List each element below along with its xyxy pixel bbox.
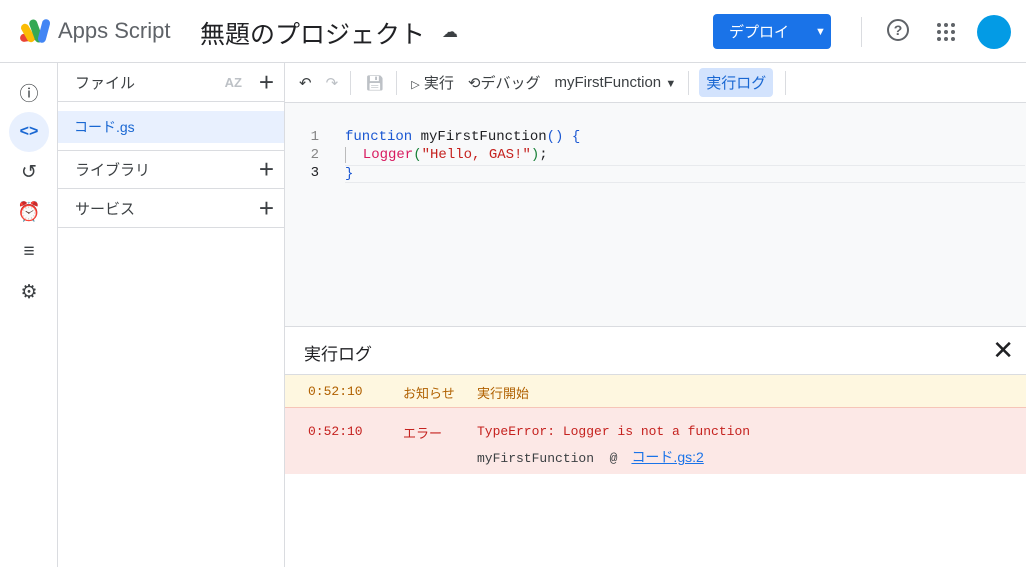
- execution-log-panel: 実行ログ ✕ 0:52:10 お知らせ 実行開始 0:52:10 エラー Typ…: [285, 326, 1026, 567]
- apps-script-logo-icon: [20, 19, 51, 43]
- log-title: 実行ログ: [304, 345, 372, 364]
- services-section: サービス +: [58, 189, 284, 228]
- execution-log-button[interactable]: 実行ログ: [699, 68, 774, 97]
- stack-source-link[interactable]: コード.gs:2: [631, 449, 703, 465]
- editor-toolbar: ↶ ↷ 💾︎ ▷ 実行 ⟲デバッグ myFirstFunction ▼ 実行ログ: [285, 63, 1026, 103]
- run-label: 実行: [423, 75, 454, 92]
- code-token: (): [546, 129, 564, 145]
- code-token: (: [413, 147, 422, 163]
- debug-icon: ⟲: [467, 75, 481, 92]
- close-icon[interactable]: ✕: [992, 335, 1014, 366]
- undo-icon[interactable]: ↶: [299, 74, 312, 92]
- code-line-2: Logger("Hello, GAS!");: [345, 147, 548, 163]
- avatar[interactable]: [977, 15, 1011, 49]
- log-stack: myFirstFunction @ コード.gs:2: [477, 447, 704, 467]
- files-title: ファイル: [75, 74, 136, 92]
- libraries-section: ライブラリ +: [58, 150, 284, 189]
- log-time: 0:52:10: [308, 424, 363, 439]
- settings-gear-icon[interactable]: ⚙: [9, 272, 49, 312]
- code-line-3: }: [345, 165, 1025, 183]
- app-name: Apps Script: [58, 18, 171, 43]
- log-level: お知らせ: [403, 386, 455, 401]
- deploy-label: デプロイ: [729, 24, 790, 41]
- code-token: function: [345, 129, 413, 145]
- divider: [350, 70, 352, 95]
- code-token: {: [563, 129, 581, 145]
- log-message: 実行開始: [477, 386, 530, 401]
- code-token: ;: [539, 147, 548, 163]
- line-number: 1: [310, 129, 319, 145]
- top-bar: Apps Script 無題のプロジェクト ☁ デプロイ ▼ ?: [0, 0, 1026, 63]
- services-title: サービス: [75, 200, 136, 218]
- divider: [688, 70, 690, 95]
- sort-az-icon[interactable]: AZ: [225, 75, 242, 90]
- info-icon[interactable]: ⓘ: [9, 72, 49, 112]
- debug-label: デバッグ: [480, 75, 541, 92]
- executions-icon[interactable]: ≡: [9, 232, 49, 272]
- divider: [396, 70, 398, 95]
- apps-grid-icon[interactable]: [937, 23, 955, 41]
- stack-function: myFirstFunction @: [477, 451, 618, 466]
- code-token: Logger: [346, 147, 414, 163]
- save-icon[interactable]: 💾︎: [365, 74, 384, 92]
- line-number: 2: [310, 147, 319, 163]
- log-level: エラー: [403, 426, 443, 441]
- divider: [861, 17, 862, 47]
- debug-button[interactable]: ⟲デバッグ: [468, 72, 541, 93]
- file-item-code-gs[interactable]: コード.gs: [58, 111, 284, 143]
- log-row-error: 0:52:10 エラー TypeError: Logger is not a f…: [285, 408, 1026, 474]
- run-button[interactable]: ▷ 実行: [411, 72, 454, 93]
- libraries-title: ライブラリ: [75, 162, 151, 179]
- cloud-saved-icon: ☁: [442, 24, 458, 41]
- help-icon[interactable]: ?: [887, 19, 909, 41]
- function-select[interactable]: myFirstFunction ▼: [554, 74, 676, 91]
- code-line-1: function myFirstFunction() {: [345, 129, 580, 145]
- log-time: 0:52:10: [308, 384, 363, 399]
- project-title[interactable]: 無題のプロジェクト: [200, 15, 425, 51]
- add-file-plus-icon[interactable]: +: [259, 67, 274, 98]
- caret-down-icon: ▼: [665, 78, 677, 90]
- side-rail: ⓘ <> ↺ ⏰ ≡ ⚙: [0, 63, 58, 567]
- files-panel: ファイル AZ + コード.gs ライブラリ + サービス +: [58, 63, 285, 567]
- divider: [785, 70, 787, 95]
- line-number: 3: [310, 165, 319, 181]
- deploy-button[interactable]: デプロイ ▼: [713, 14, 831, 49]
- alarm-trigger-icon[interactable]: ⏰: [9, 192, 49, 232]
- files-header: ファイル AZ +: [58, 63, 284, 102]
- code-token: "Hello, GAS!": [421, 147, 531, 163]
- code-token: myFirstFunction: [412, 129, 547, 145]
- redo-icon[interactable]: ↷: [326, 74, 339, 92]
- code-editor-icon[interactable]: <>: [9, 112, 49, 152]
- history-icon[interactable]: ↺: [9, 152, 49, 192]
- function-select-value: myFirstFunction: [554, 74, 662, 91]
- log-header: 実行ログ ✕: [285, 327, 1026, 375]
- log-message: TypeError: Logger is not a function: [477, 424, 751, 439]
- code-editor[interactable]: 1 2 3 function myFirstFunction() { Logge…: [285, 103, 1026, 326]
- play-icon: ▷: [411, 79, 420, 91]
- add-service-plus-icon[interactable]: +: [259, 193, 274, 224]
- log-row-info: 0:52:10 お知らせ 実行開始: [285, 375, 1026, 408]
- add-library-plus-icon[interactable]: +: [259, 154, 274, 185]
- code-token: ): [530, 147, 540, 163]
- caret-down-icon: ▼: [815, 25, 826, 38]
